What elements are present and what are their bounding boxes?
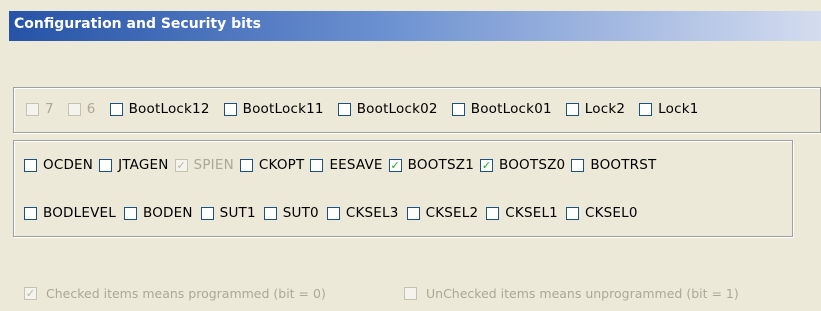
checkbox-box[interactable] bbox=[24, 158, 37, 172]
checkbox-box[interactable] bbox=[239, 158, 253, 172]
checkbox-label: BootLock01 bbox=[470, 101, 552, 117]
checkbox-box[interactable] bbox=[99, 158, 113, 172]
checkbox-label: BOOTRST bbox=[590, 157, 657, 173]
checkbox-box[interactable] bbox=[451, 102, 465, 116]
checkbox-cksel1[interactable]: CKSEL1 bbox=[486, 205, 558, 221]
checkbox-label: CKSEL2 bbox=[425, 205, 479, 221]
checkbox-bootsz0[interactable]: ✓ BOOTSZ0 bbox=[480, 157, 565, 173]
checkbox-box[interactable] bbox=[337, 102, 351, 116]
fuse-bits-group bbox=[13, 140, 793, 237]
checkbox-cksel0[interactable]: CKSEL0 bbox=[565, 205, 638, 221]
checkbox-label: CKSEL1 bbox=[505, 205, 558, 221]
checkbox-eesave[interactable]: EESAVE bbox=[310, 157, 382, 173]
checkbox-bootrst[interactable]: BOOTRST bbox=[571, 157, 656, 173]
checkbox-label: BODLEVEL bbox=[43, 205, 116, 221]
checkbox-ckopt[interactable]: CKOPT bbox=[239, 157, 305, 173]
checkbox-cksel2[interactable]: CKSEL2 bbox=[406, 205, 479, 221]
legend-checked: ✓ Checked items means programmed (bit = … bbox=[24, 286, 326, 301]
checkbox-box[interactable] bbox=[24, 206, 37, 220]
checkbox-boden[interactable]: BODEN bbox=[123, 205, 193, 221]
checkbox-box: ✓ bbox=[174, 158, 188, 172]
checkbox-label: Lock1 bbox=[658, 101, 699, 117]
checkbox-box[interactable] bbox=[406, 206, 420, 220]
checkbox-box[interactable]: ✓ bbox=[388, 158, 402, 172]
checkbox-lock1[interactable]: Lock1 bbox=[639, 101, 698, 117]
checkbox-label: BootLock02 bbox=[356, 101, 438, 117]
legend-checked-label: Checked items means programmed (bit = 0) bbox=[46, 286, 326, 301]
checkbox-box[interactable] bbox=[200, 206, 214, 220]
checkbox-label: BOOTSZ1 bbox=[407, 157, 474, 173]
checkbox-cksel3[interactable]: CKSEL3 bbox=[326, 205, 399, 221]
checkbox-sut0[interactable]: SUT0 bbox=[263, 205, 319, 221]
checkbox-bootlock01[interactable]: BootLock01 bbox=[451, 101, 552, 117]
checkbox-label: OCDEN bbox=[43, 157, 94, 173]
checkbox-bootsz1[interactable]: ✓ BOOTSZ1 bbox=[388, 157, 474, 173]
checkbox-box[interactable]: ✓ bbox=[480, 158, 493, 172]
checkbox-jtagen[interactable]: JTAGEN bbox=[99, 157, 168, 173]
checkbox-label: BootLock11 bbox=[242, 101, 324, 117]
checkbox-box[interactable] bbox=[123, 206, 137, 220]
checkbox-box[interactable] bbox=[565, 206, 579, 220]
checkbox-label: BOOTSZ0 bbox=[499, 157, 566, 173]
checkbox-box bbox=[67, 102, 81, 116]
checkbox-box[interactable] bbox=[263, 206, 277, 220]
legend-unchecked-label: UnChecked items means unprogrammed (bit … bbox=[426, 286, 739, 301]
checkbox-box[interactable] bbox=[223, 102, 237, 116]
checkbox-label: CKSEL0 bbox=[584, 205, 638, 221]
checkbox-label: SPIEN bbox=[193, 157, 234, 173]
checkbox-box[interactable] bbox=[310, 158, 324, 172]
checkbox-sut1[interactable]: SUT1 bbox=[200, 205, 256, 221]
checkbox-label: CKSEL3 bbox=[345, 205, 399, 221]
checkbox-bootlock02[interactable]: BootLock02 bbox=[337, 101, 438, 117]
panel-title: Configuration and Security bits bbox=[14, 16, 261, 32]
checkbox-box[interactable] bbox=[565, 102, 579, 116]
checkbox-label: 7 bbox=[45, 101, 54, 117]
checkbox-label: CKOPT bbox=[258, 157, 305, 173]
checkbox-box[interactable] bbox=[486, 206, 500, 220]
checkbox-7: 7 bbox=[26, 101, 54, 117]
checkbox-6: 6 bbox=[67, 101, 96, 117]
checkbox-bootlock11[interactable]: BootLock11 bbox=[223, 101, 324, 117]
legend-unchecked: UnChecked items means unprogrammed (bit … bbox=[404, 286, 739, 301]
checkbox-box bbox=[26, 102, 39, 116]
fuse-high-row: OCDEN JTAGEN ✓ SPIEN CKOPT EESAVE ✓ BOOTSZ1 ✓ BOO… bbox=[24, 157, 662, 173]
checkbox-lock2[interactable]: Lock2 bbox=[565, 101, 626, 117]
fuse-low-row: BODLEVEL BODEN SUT1 SUT0 CKSEL3 CKSEL2 CKSEL1 C… bbox=[24, 205, 646, 221]
checkbox-box[interactable] bbox=[326, 206, 340, 220]
checkbox-label: SUT0 bbox=[282, 205, 319, 221]
checkbox-bootlock12[interactable]: BootLock12 bbox=[109, 101, 210, 117]
legend-checked-checkbox: ✓ bbox=[24, 287, 37, 300]
checkbox-ocden[interactable]: OCDEN bbox=[24, 157, 93, 173]
legend-unchecked-checkbox bbox=[404, 287, 417, 300]
checkbox-bodlevel[interactable]: BODLEVEL bbox=[24, 205, 116, 221]
checkbox-box[interactable] bbox=[571, 158, 585, 172]
checkbox-box[interactable] bbox=[109, 102, 123, 116]
checkbox-box[interactable] bbox=[639, 102, 653, 116]
checkbox-label: EESAVE bbox=[329, 157, 383, 173]
checkbox-label: SUT1 bbox=[219, 205, 256, 221]
panel-title-bar: Configuration and Security bits bbox=[9, 11, 821, 41]
checkbox-label: Lock2 bbox=[584, 101, 626, 117]
lock-bits-row: 7 6 BootLock12 BootLock11 BootLock02 BootLock… bbox=[26, 101, 713, 117]
checkbox-label: 6 bbox=[86, 101, 96, 117]
checkbox-label: BODEN bbox=[142, 205, 193, 221]
checkbox-label: JTAGEN bbox=[118, 157, 169, 173]
checkbox-label: BootLock12 bbox=[128, 101, 210, 117]
checkbox-spien: ✓ SPIEN bbox=[174, 157, 234, 173]
